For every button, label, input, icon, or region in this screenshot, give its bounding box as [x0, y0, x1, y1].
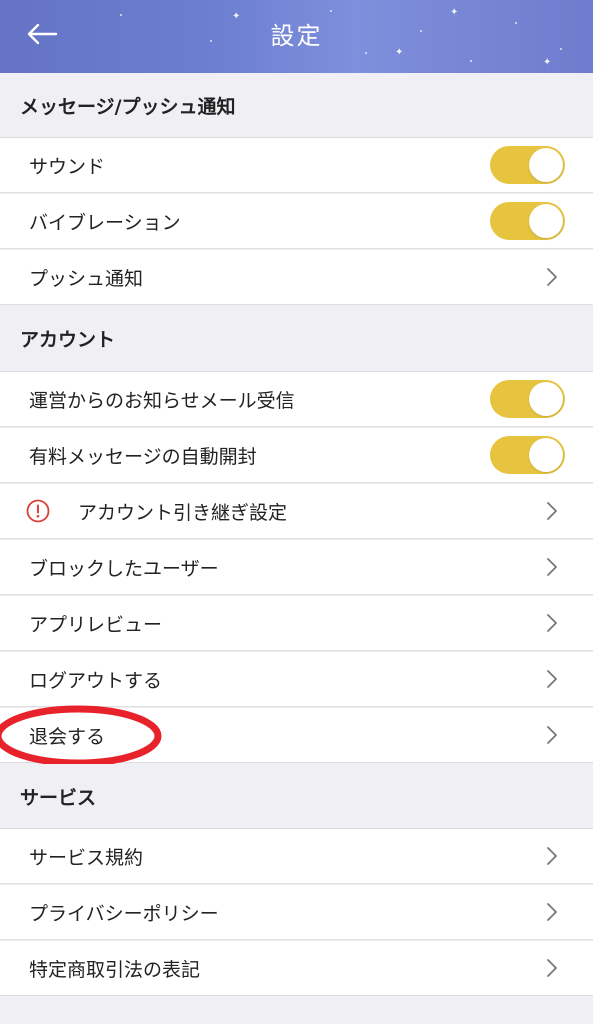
chevron-right-icon: [545, 266, 559, 288]
setting-row-logout[interactable]: ログアウトする: [0, 652, 593, 707]
chevron-right-icon: [545, 612, 559, 634]
chevron-right-icon: [545, 845, 559, 867]
setting-label: ブロックしたユーザー: [29, 557, 219, 580]
setting-row-terms[interactable]: サービス規約: [0, 829, 593, 884]
setting-row-email-notice: 運営からのお知らせメール受信: [0, 372, 593, 427]
setting-row-blocked-users[interactable]: ブロックしたユーザー: [0, 540, 593, 595]
chevron-right-icon: [545, 901, 559, 923]
auto-open-toggle[interactable]: [490, 436, 565, 474]
chevron-right-icon: [545, 500, 559, 522]
setting-label: バイブレーション: [29, 211, 181, 234]
sparkle-icon: ✦: [543, 57, 552, 68]
setting-label: プライバシーポリシー: [29, 902, 219, 925]
setting-row-app-review[interactable]: アプリレビュー: [0, 596, 593, 651]
toggle-knob: [529, 438, 563, 472]
setting-label: ログアウトする: [29, 669, 163, 692]
chevron-right-icon: [545, 724, 559, 746]
section-header-notifications: メッセージ/プッシュ通知: [0, 73, 593, 138]
setting-label: サウンド: [29, 155, 106, 178]
setting-label: 有料メッセージの自動開封: [29, 445, 257, 468]
setting-label: サービス規約: [29, 846, 144, 869]
setting-row-privacy-policy[interactable]: プライバシーポリシー: [0, 885, 593, 940]
setting-row-push-notification[interactable]: プッシュ通知: [0, 250, 593, 305]
chevron-right-icon: [545, 556, 559, 578]
toggle-knob: [529, 382, 563, 416]
star-decoration: [330, 10, 332, 12]
section-header-service: サービス: [0, 764, 593, 829]
setting-label: アプリレビュー: [29, 613, 163, 636]
chevron-right-icon: [545, 668, 559, 690]
setting-label: プッシュ通知: [29, 267, 144, 290]
section-header-account: アカウント: [0, 306, 593, 372]
chevron-right-icon: [545, 957, 559, 979]
page-title: 設定: [270, 22, 323, 50]
setting-row-auto-open: 有料メッセージの自動開封: [0, 428, 593, 483]
toggle-knob: [529, 204, 563, 238]
setting-row-vibration: バイブレーション: [0, 194, 593, 249]
toggle-knob: [529, 148, 563, 182]
setting-label: 運営からのお知らせメール受信: [29, 389, 295, 412]
setting-row-commerce-law[interactable]: 特定商取引法の表記: [0, 941, 593, 996]
email-notice-toggle[interactable]: [490, 380, 565, 418]
alert-icon: [26, 499, 50, 523]
setting-label: 特定商取引法の表記: [29, 958, 201, 981]
star-decoration: [365, 52, 367, 54]
setting-label: アカウント引き継ぎ設定: [78, 501, 288, 524]
vibration-toggle[interactable]: [490, 202, 565, 240]
sound-toggle[interactable]: [490, 146, 565, 184]
setting-row-sound: サウンド: [0, 138, 593, 193]
header-bar: ✦ ✦ ✦ ✦ 設定: [0, 0, 593, 73]
red-circle-annotation: [0, 705, 162, 767]
star-decoration: [470, 60, 472, 62]
setting-row-account-transfer[interactable]: アカウント引き継ぎ設定: [0, 484, 593, 539]
